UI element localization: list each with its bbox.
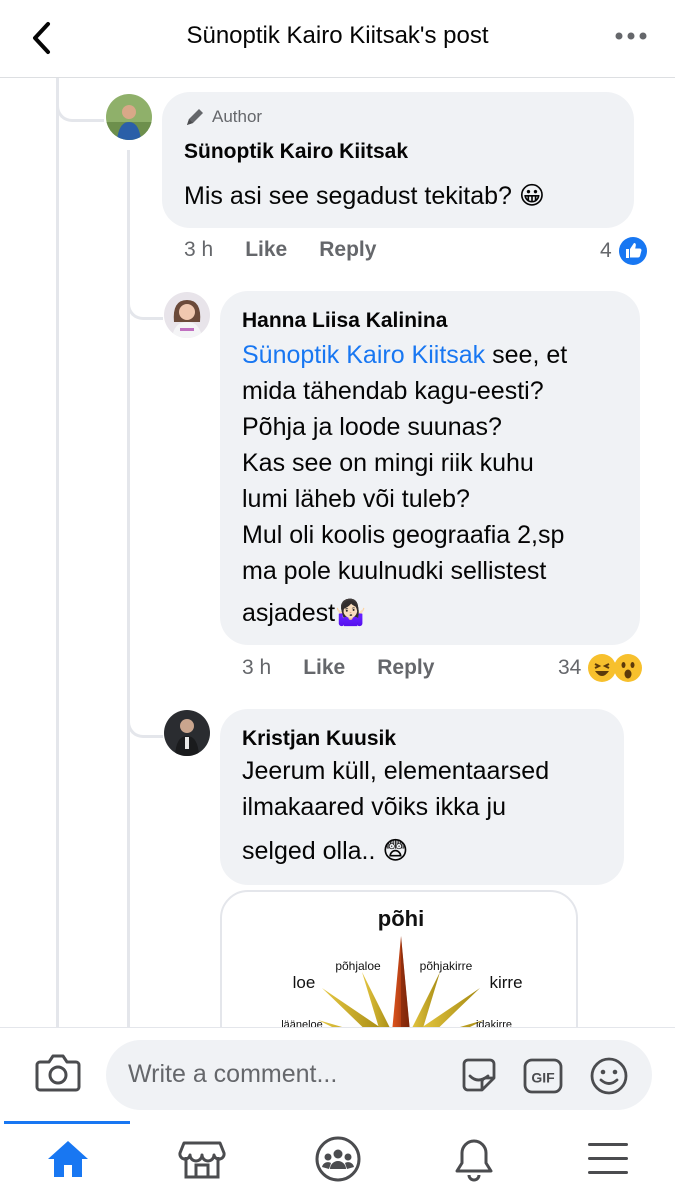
avatar[interactable] <box>106 94 152 140</box>
comment-text: Jeerum küll, elementaarsed ilmakaared võ… <box>242 757 550 865</box>
comment-input-placeholder: Write a comment... <box>128 1060 338 1088</box>
comment-text: Mis asi see segadust tekitab? 😀 <box>184 182 545 210</box>
avatar[interactable] <box>164 292 210 338</box>
reply-button[interactable]: Reply <box>377 656 434 680</box>
commenter-name[interactable]: Sünoptik Kairo Kiitsak <box>184 140 408 164</box>
smiley-icon <box>590 1057 628 1095</box>
reaction-count: 4 <box>600 239 612 262</box>
thread-connector <box>56 78 104 122</box>
hamburger-menu-icon <box>588 1143 628 1174</box>
thread-connector <box>127 270 163 320</box>
svg-text:GIF: GIF <box>531 1070 555 1086</box>
comment-actions: 3 h Like Reply <box>184 238 376 262</box>
commenter-name[interactable]: Hanna Liisa Kalinina <box>242 309 447 333</box>
pencil-icon <box>187 109 203 125</box>
comment-time: 3 h <box>242 656 272 679</box>
author-badge-label: Author <box>212 107 263 126</box>
bell-icon <box>455 1139 493 1182</box>
like-button[interactable]: Like <box>245 238 287 262</box>
compass-label-northeast: kirre <box>489 973 522 992</box>
page-title: Sünoptik Kairo Kiitsak's post <box>186 22 489 49</box>
avatar[interactable] <box>164 710 210 756</box>
tab-home[interactable] <box>38 1133 98 1185</box>
commenter-name[interactable]: Kristjan Kuusik <box>242 727 396 751</box>
top-bar: Sünoptik Kairo Kiitsak's post <box>0 0 675 78</box>
comment-composer: Write a comment... GIF <box>0 1027 675 1121</box>
sticker-button[interactable] <box>458 1056 500 1096</box>
comment-actions: 3 h Like Reply <box>242 656 434 680</box>
reaction-summary[interactable]: 34 <box>558 653 643 683</box>
home-icon <box>48 1141 88 1177</box>
reaction-count: 34 <box>558 656 582 679</box>
wow-reaction-icon <box>614 654 643 682</box>
reaction-summary[interactable]: 4 <box>600 236 648 266</box>
gif-button[interactable]: GIF <box>522 1056 564 1096</box>
more-options-button[interactable] <box>613 26 649 46</box>
author-badge: Author <box>184 106 262 128</box>
comment-input[interactable]: Write a comment... GIF <box>106 1040 652 1110</box>
camera-icon <box>35 1054 81 1092</box>
thread-line-outer <box>56 78 59 1028</box>
compass-label-north: põhi <box>378 906 424 931</box>
like-button[interactable]: Like <box>303 656 345 680</box>
tab-menu[interactable] <box>578 1133 638 1185</box>
compass-label-north-northeast: põhjakirre <box>420 959 473 973</box>
tab-notifications[interactable] <box>444 1133 504 1185</box>
camera-button[interactable] <box>34 1050 82 1094</box>
comment-text: Sünoptik Kairo Kiitsak see, et mida tähe… <box>242 341 568 627</box>
emoji-button[interactable] <box>588 1056 630 1096</box>
comment-time: 3 h <box>184 238 214 261</box>
gif-icon: GIF <box>523 1058 563 1094</box>
comment-bubble[interactable]: Kristjan Kuusik Jeerum küll, elementaars… <box>220 709 624 885</box>
comment-bubble[interactable]: Hanna Liisa Kalinina Sünoptik Kairo Kiit… <box>220 291 640 645</box>
compass-label-north-northwest: põhjaloe <box>335 959 381 973</box>
sticker-icon <box>462 1058 496 1092</box>
tab-groups[interactable] <box>308 1133 368 1185</box>
more-horizontal-icon <box>615 32 647 40</box>
compass-label-northwest: loe <box>293 973 316 992</box>
marketplace-icon <box>178 1141 226 1179</box>
comment-bubble[interactable]: Author Sünoptik Kairo Kiitsak Mis asi se… <box>162 92 634 228</box>
tab-marketplace[interactable] <box>172 1133 232 1185</box>
active-tab-indicator <box>4 1121 130 1124</box>
reply-button[interactable]: Reply <box>319 238 376 262</box>
like-reaction-icon <box>618 237 647 265</box>
groups-icon <box>315 1136 361 1182</box>
mention-link[interactable]: Sünoptik Kairo Kiitsak <box>242 341 485 369</box>
thread-connector <box>127 690 163 738</box>
bottom-tab-bar <box>0 1121 675 1200</box>
